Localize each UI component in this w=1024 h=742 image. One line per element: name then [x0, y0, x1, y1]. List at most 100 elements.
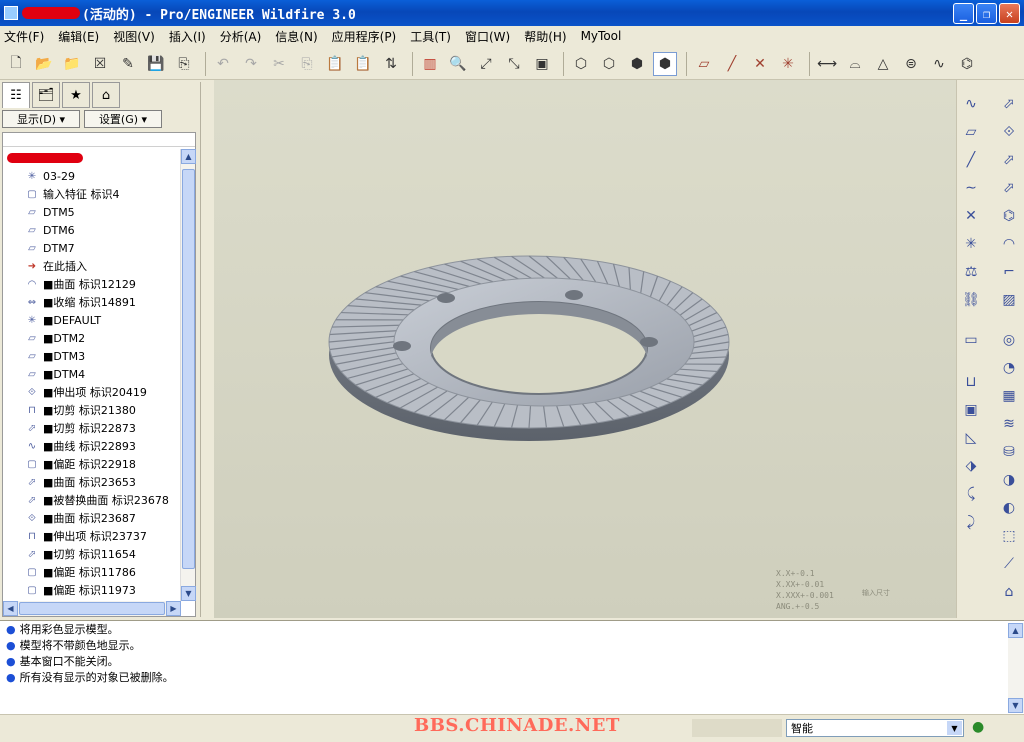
scroll-right-icon[interactable]: ▶: [166, 601, 181, 616]
tree-item[interactable]: ⬀ ■曲面 标识23653: [3, 473, 181, 491]
color-appearance-icon[interactable]: ▥: [418, 52, 442, 76]
display-dropdown[interactable]: 显示(D) ▾: [2, 110, 80, 128]
no-hidden-icon[interactable]: ⬢: [625, 52, 649, 76]
measure-angle-icon[interactable]: △: [871, 52, 895, 76]
tree-item[interactable]: ⟐ ■曲面 标识23687: [3, 509, 181, 527]
menu-mytool[interactable]: MyTool: [581, 29, 622, 43]
measure-area-icon[interactable]: ⌓: [843, 52, 867, 76]
boundary-blend-icon[interactable]: ⌬: [997, 204, 1021, 228]
datum-axes-display-icon[interactable]: ╱: [720, 52, 744, 76]
menu-tools[interactable]: 工具(T): [410, 28, 451, 45]
hole-icon[interactable]: ◎: [997, 328, 1021, 352]
curve-analysis-icon[interactable]: ∿: [927, 52, 951, 76]
menu-view[interactable]: 视图(V): [113, 28, 155, 45]
gear-model[interactable]: [214, 80, 956, 618]
datum-point-icon[interactable]: ✕: [959, 204, 983, 228]
open-file-icon[interactable]: 📂: [32, 52, 56, 76]
tree-item[interactable]: ⬀ ■切剪 标识22873: [3, 419, 181, 437]
open-session-icon[interactable]: 📁: [60, 52, 84, 76]
tree-item[interactable]: ▱ ■DTM3: [3, 347, 181, 365]
scroll-thumb[interactable]: [19, 602, 165, 615]
tree-item[interactable]: ➜ 在此插入: [3, 257, 181, 275]
tree-item[interactable]: ▱ ■DTM4: [3, 365, 181, 383]
regenerate-icon[interactable]: ⇅: [379, 52, 403, 76]
menu-analysis[interactable]: 分析(A): [220, 28, 262, 45]
new-file-icon[interactable]: 🗋: [4, 52, 28, 76]
scroll-up-icon[interactable]: ▲: [181, 149, 196, 164]
folder-browser-tab[interactable]: 🗂: [32, 82, 60, 108]
tree-item[interactable]: ⬀ ■切剪 标识11654: [3, 545, 181, 563]
chevron-down-icon[interactable]: ▼: [947, 721, 962, 735]
datum-points-display-icon[interactable]: ✕: [748, 52, 772, 76]
scroll-down-icon[interactable]: ▼: [181, 586, 196, 601]
rib-icon[interactable]: ◺: [959, 426, 983, 450]
tree-item[interactable]: ⬀ ■被替换曲面 标识23678: [3, 491, 181, 509]
spinal-bend-icon[interactable]: ⤸: [959, 510, 983, 534]
settings-dropdown[interactable]: 设置(G) ▾: [84, 110, 162, 128]
paste-icon[interactable]: 📋: [323, 52, 347, 76]
minimize-button[interactable]: _: [953, 3, 974, 24]
datum-planes-display-icon[interactable]: ▱: [692, 52, 716, 76]
menu-window[interactable]: 窗口(W): [465, 28, 510, 45]
menu-info[interactable]: 信息(N): [275, 28, 317, 45]
tree-horizontal-scrollbar[interactable]: ◀ ▶: [3, 601, 181, 616]
analysis-feature-icon[interactable]: ⚖: [959, 260, 983, 284]
mirror-icon[interactable]: ◑: [997, 468, 1021, 492]
measure-distance-icon[interactable]: ⟷: [815, 52, 839, 76]
merge-icon[interactable]: ⛁: [997, 440, 1021, 464]
close-window-icon[interactable]: ☒: [88, 52, 112, 76]
tree-item[interactable]: ⟐ ■伸出项 标识20419: [3, 383, 181, 401]
restore-button[interactable]: ❐: [976, 3, 997, 24]
tree-item[interactable]: ⊓ ■伸出项 标识23737: [3, 527, 181, 545]
graphics-window[interactable]: X.X+-0.1 X.XX+-0.01 X.XXX+-0.001 ANG.+-0…: [214, 80, 956, 618]
message-scrollbar[interactable]: ▲ ▼: [1008, 623, 1024, 713]
close-button[interactable]: ✕: [999, 3, 1020, 24]
zoom-window-icon[interactable]: 🔍: [446, 52, 470, 76]
shading-icon[interactable]: ⬢: [653, 51, 677, 76]
menu-file[interactable]: 文件(F): [4, 28, 44, 45]
scroll-up-icon[interactable]: ▲: [1008, 623, 1023, 638]
tree-item[interactable]: ▱ DTM6: [3, 221, 181, 239]
extrude-icon[interactable]: ⬀: [997, 92, 1021, 116]
selection-filter-select[interactable]: 智能 ▼: [786, 719, 964, 737]
tree-item[interactable]: ▢ ■偏距 标识11973: [3, 581, 181, 599]
round-icon[interactable]: ◔: [997, 356, 1021, 380]
pattern-icon[interactable]: ▦: [997, 384, 1021, 408]
favorites-tab[interactable]: ★: [62, 82, 90, 108]
thicken-icon[interactable]: ▨: [997, 288, 1021, 312]
tree-item[interactable]: ▱ DTM5: [3, 203, 181, 221]
shell-icon[interactable]: ▣: [959, 398, 983, 422]
model-tree-tab[interactable]: ☷: [2, 82, 30, 108]
menu-applications[interactable]: 应用程序(P): [332, 28, 397, 45]
undo-icon[interactable]: ↶: [211, 52, 235, 76]
tree-item[interactable]: ⇔ ■收缩 标识14891: [3, 293, 181, 311]
tree-vertical-scrollbar[interactable]: ▲ ▼: [180, 149, 196, 601]
paste-special-icon[interactable]: 📋: [351, 52, 375, 76]
tree-item[interactable]: ▢ 输入特征 标识4: [3, 185, 181, 203]
copy-feature-icon[interactable]: ⊔: [959, 370, 983, 394]
mass-properties-icon[interactable]: ⊜: [899, 52, 923, 76]
scroll-thumb[interactable]: [182, 169, 195, 569]
wireframe-icon[interactable]: ⬡: [569, 52, 593, 76]
sketch-curve-icon[interactable]: ∿: [959, 92, 983, 116]
cosmetic-icon[interactable]: ⌂: [997, 580, 1021, 604]
panel-splitter[interactable]: [200, 82, 214, 617]
menu-insert[interactable]: 插入(I): [169, 28, 206, 45]
annotation-icon[interactable]: ▭: [959, 328, 983, 352]
scroll-left-icon[interactable]: ◀: [3, 601, 18, 616]
section-analysis-icon[interactable]: ⌬: [955, 52, 979, 76]
bend-icon[interactable]: ⤹: [959, 482, 983, 506]
blend-icon[interactable]: ⬀: [997, 176, 1021, 200]
tree-item[interactable]: ✳ ■DEFAULT: [3, 311, 181, 329]
tree-item[interactable]: ▱ ■DTM2: [3, 329, 181, 347]
tree-item[interactable]: ▢ ■偏距 标识11786: [3, 563, 181, 581]
draft-icon[interactable]: ≋: [997, 412, 1021, 436]
save-copy-icon[interactable]: ⎘: [172, 52, 196, 76]
datum-csys-icon[interactable]: ✳: [959, 232, 983, 256]
save-icon[interactable]: 💾: [144, 52, 168, 76]
view-manager-icon[interactable]: ▣: [530, 52, 554, 76]
connections-tab[interactable]: ⌂: [92, 82, 120, 108]
sweep-icon[interactable]: ⬀: [997, 148, 1021, 172]
surface-icon[interactable]: ◠: [997, 232, 1021, 256]
zoom-in-icon[interactable]: ⤢: [474, 52, 498, 76]
